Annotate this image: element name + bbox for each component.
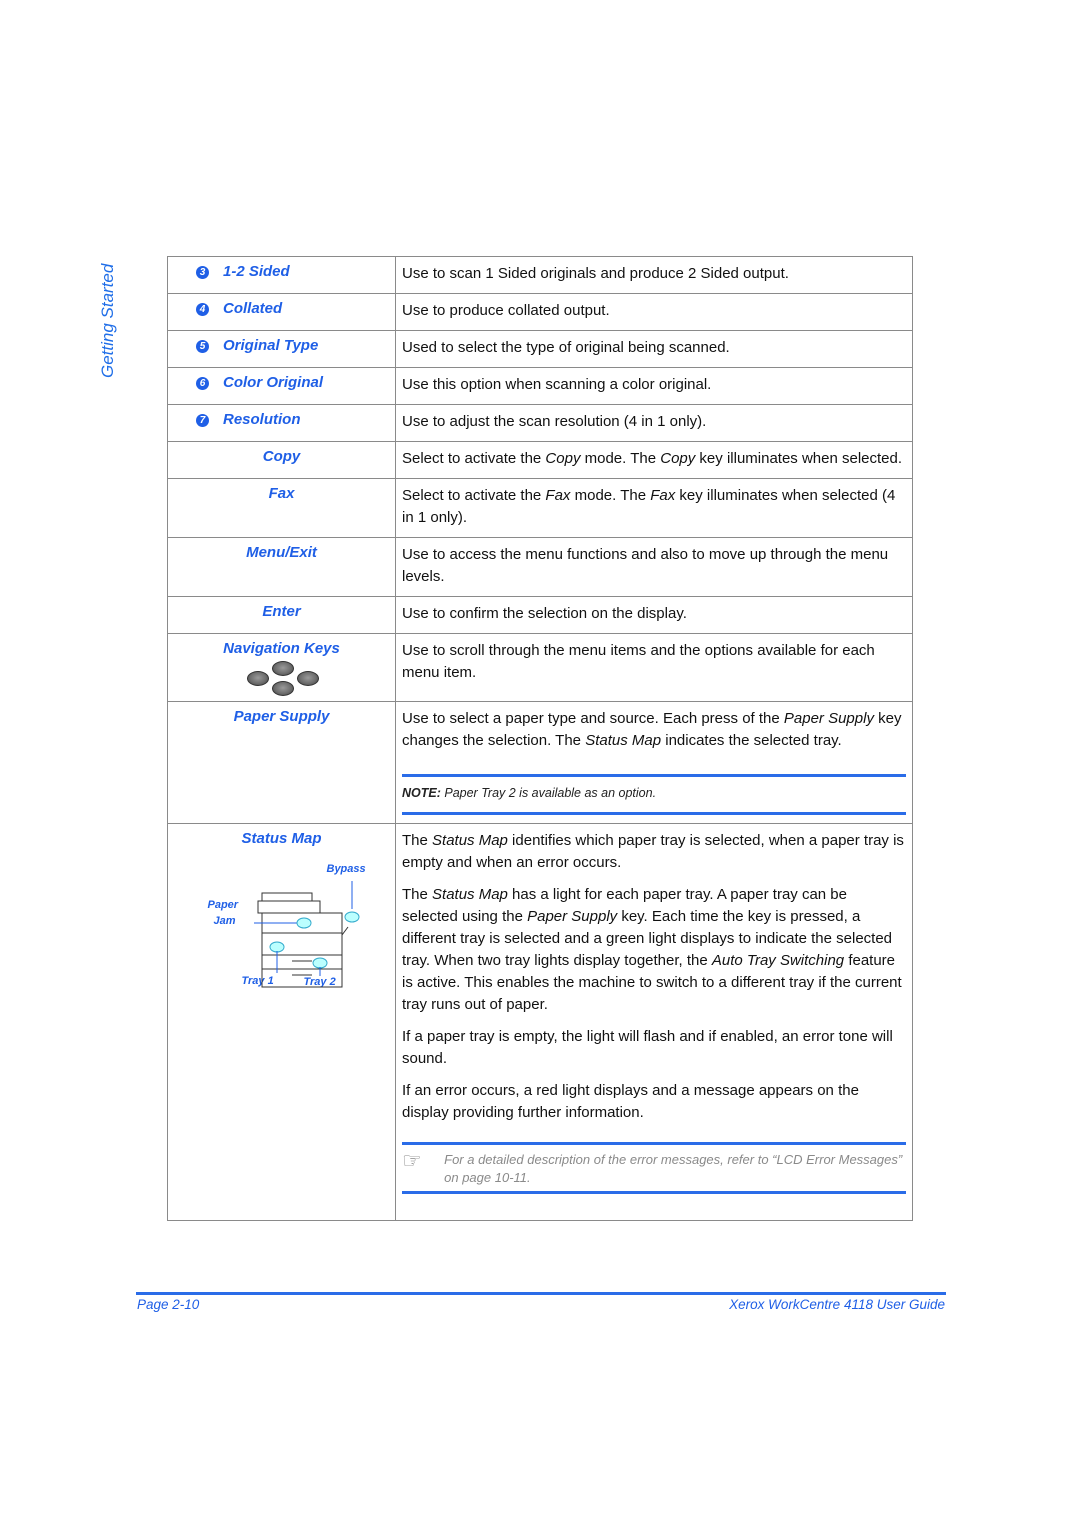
table-row: Paper Supply Use to select a paper type … [167, 701, 913, 824]
key-name: Navigation Keys [223, 640, 340, 657]
table-row: Navigation Keys Use to scroll through th… [167, 633, 913, 702]
key-description: Use to scroll through the menu items and… [395, 633, 913, 702]
table-row: 5 Original Type Used to select the type o… [167, 330, 913, 368]
section-side-tab: Getting Started [96, 258, 122, 378]
key-description: Use to scan 1 Sided originals and produc… [395, 256, 913, 294]
number-3-icon: 3 [196, 266, 209, 279]
key-description: Select to activate the Copy mode. The Co… [395, 441, 913, 479]
key-name: Copy [167, 441, 396, 479]
key-name: Fax [167, 478, 396, 538]
copier-icon [253, 881, 359, 988]
key-name: Resolution [223, 411, 301, 428]
number-5-icon: 5 [196, 340, 209, 353]
key-name: Menu/Exit [167, 537, 396, 597]
key-description: Use to access the menu functions and als… [395, 537, 913, 597]
key-name: Collated [223, 300, 283, 317]
tip-text: For a detailed description of the error … [444, 1152, 903, 1185]
table-row: Fax Select to activate the Fax mode. The… [167, 478, 913, 538]
key-description: Select to activate the Fax mode. The Fax… [395, 478, 913, 538]
table-row: Menu/Exit Use to access the menu functio… [167, 537, 913, 597]
left-key-icon [246, 671, 269, 686]
key-description: Use to produce collated output. [395, 293, 913, 331]
table-row: 7 Resolution Use to adjust the scan resol… [167, 404, 913, 442]
paragraph: The Status Map identifies which paper tr… [402, 832, 904, 871]
number-4-icon: 4 [196, 303, 209, 316]
table-row: 6 Color Original Use this option when sca… [167, 367, 913, 405]
table-row: Copy Select to activate the Copy mode. T… [167, 441, 913, 479]
pointing-hand-icon: ☞ [402, 1148, 422, 1173]
status-map-diagram: Bypass Paper Jam Tray 1 Tray 2 [192, 851, 372, 1001]
page-number: Page 2-10 [137, 1297, 200, 1312]
paragraph: If a paper tray is empty, the light will… [402, 1028, 893, 1067]
number-7-icon: 7 [196, 414, 209, 427]
key-name: Status Map [241, 830, 322, 847]
key-description: Used to select the type of original bein… [395, 330, 913, 368]
key-description: Use to select a paper type and source. E… [402, 710, 902, 749]
right-key-icon [296, 671, 319, 686]
section-title: Getting Started [98, 263, 117, 378]
control-panel-keys-table: 3 1-2 Sided Use to scan 1 Sided originals… [167, 256, 913, 1221]
footer-divider [136, 1292, 946, 1295]
key-name: Original Type [223, 337, 319, 354]
key-description: Use this option when scanning a color or… [395, 367, 913, 405]
tip-note: ☞ For a detailed description of the erro… [402, 1142, 906, 1194]
key-name: Enter [167, 596, 396, 634]
navigation-keys-icon [246, 661, 319, 696]
key-name: Color Original [223, 374, 324, 391]
key-description: Use to adjust the scan resolution (4 in … [395, 404, 913, 442]
up-key-icon [271, 661, 294, 676]
key-description: Use to confirm the selection on the disp… [395, 596, 913, 634]
key-name: 1-2 Sided [223, 263, 290, 280]
number-6-icon: 6 [196, 377, 209, 390]
paragraph: The Status Map has a light for each pape… [402, 886, 902, 1013]
table-row: Status Map Bypass Paper Jam Tray 1 Tray … [167, 823, 913, 1221]
table-row: 4 Collated Use to produce collated output… [167, 293, 913, 331]
table-row: 3 1-2 Sided Use to scan 1 Sided originals… [167, 256, 913, 294]
paragraph: If an error occurs, a red light displays… [402, 1082, 859, 1121]
key-name: Paper Supply [167, 701, 396, 824]
guide-title: Xerox WorkCentre 4118 User Guide [729, 1297, 945, 1312]
note: NOTE: Paper Tray 2 is available as an op… [402, 777, 906, 815]
down-key-icon [271, 681, 294, 696]
table-row: Enter Use to confirm the selection on th… [167, 596, 913, 634]
